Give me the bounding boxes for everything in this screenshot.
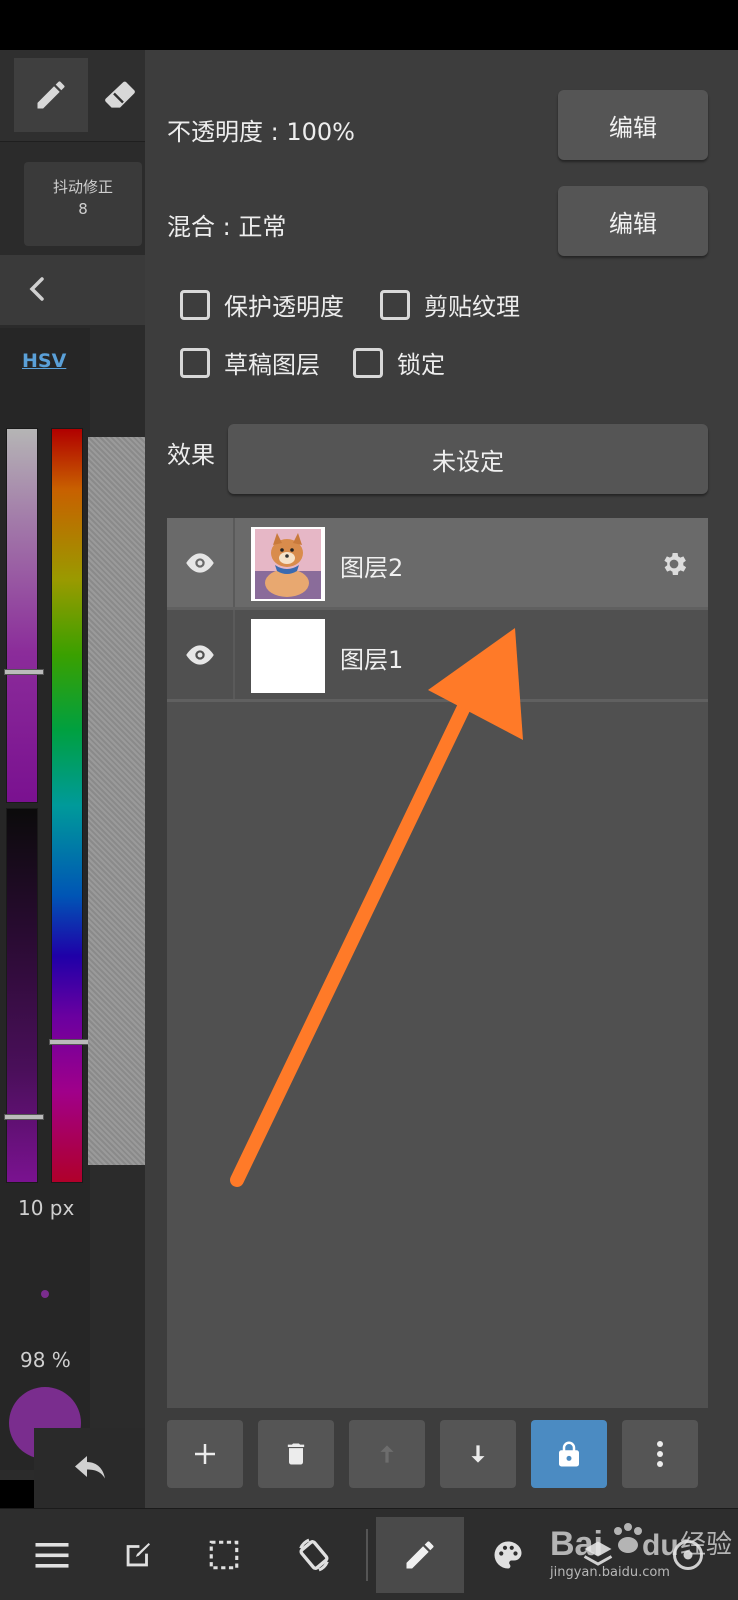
- menu-icon: [35, 1543, 69, 1568]
- bottom-nav: Bai du 经验 jingyan.baidu.com: [0, 1508, 738, 1600]
- checkbox-box[interactable]: [180, 347, 210, 378]
- saturation-slider[interactable]: [4, 428, 44, 803]
- more-options-button[interactable]: [622, 1420, 698, 1488]
- baidu-logo-icon: Bai du 经验: [550, 1523, 732, 1563]
- eraser-icon: [105, 81, 135, 108]
- hue-slider[interactable]: [49, 428, 89, 1183]
- checkbox-box[interactable]: [353, 347, 383, 378]
- edit-button[interactable]: [100, 1517, 176, 1593]
- pen-tool-button[interactable]: [14, 58, 88, 132]
- arrow-up-icon: [380, 1445, 394, 1463]
- opacity-label: 不透明度 : 100%: [167, 118, 355, 146]
- layer-settings-button[interactable]: [658, 548, 690, 580]
- saturation-slider-handle[interactable]: [4, 669, 44, 675]
- svg-text:du: du: [642, 1529, 679, 1562]
- checkbox-box[interactable]: [380, 289, 410, 320]
- brightness-slider-handle[interactable]: [4, 1114, 44, 1120]
- lock-layer-button[interactable]: [531, 1420, 607, 1488]
- checkbox-label: 剪贴纹理: [424, 293, 520, 321]
- move-layer-down-button[interactable]: [440, 1420, 516, 1488]
- collapse-button[interactable]: [22, 273, 54, 305]
- hsv-tab[interactable]: HSV: [22, 350, 66, 372]
- eraser-tool-button[interactable]: [100, 58, 145, 132]
- rotate-icon: [299, 1538, 329, 1572]
- more-vertical-icon: [657, 1441, 663, 1467]
- visibility-toggle[interactable]: [167, 610, 235, 699]
- checkbox-box[interactable]: [180, 289, 210, 320]
- stabilizer-label: 抖动修正: [52, 178, 113, 196]
- color-panel: HSV 10 px 98 %: [0, 328, 90, 1470]
- effect-label: 效果: [167, 441, 215, 469]
- layer-row[interactable]: 图层2: [167, 518, 708, 610]
- arrow-down-icon: [471, 1445, 485, 1463]
- palette-icon: [494, 1541, 522, 1569]
- layer-thumbnail: [251, 619, 325, 693]
- layer-thumbnail: [251, 527, 325, 601]
- selection-button[interactable]: [186, 1517, 262, 1593]
- brightness-slider[interactable]: [4, 808, 44, 1183]
- collapse-bar: [0, 255, 145, 325]
- palette-button[interactable]: [470, 1517, 546, 1593]
- visibility-toggle[interactable]: [167, 518, 235, 607]
- svg-text:Bai: Bai: [550, 1525, 603, 1563]
- add-layer-button[interactable]: [167, 1420, 243, 1488]
- layer-name: 图层2: [340, 554, 404, 582]
- layer-panel: 不透明度 : 100% 编辑 混合 : 正常 编辑 保护透明度 剪贴纹理 草稿图…: [145, 50, 738, 1508]
- nav-separator: [366, 1529, 368, 1581]
- protect-alpha-checkbox[interactable]: 保护透明度: [180, 287, 344, 322]
- layer-toolbar: [167, 1420, 708, 1490]
- pencil-icon: [37, 81, 65, 109]
- edit-note-icon: [126, 1542, 151, 1567]
- selection-icon: [209, 1540, 239, 1570]
- stabilizer-button[interactable]: 抖动修正 8: [24, 162, 142, 246]
- layer-row[interactable]: 图层1: [167, 610, 708, 702]
- plus-icon: [195, 1444, 215, 1464]
- tool-row: [0, 50, 145, 142]
- lock-checkbox[interactable]: 锁定: [353, 345, 445, 380]
- brush-opacity-label: 98 %: [20, 1348, 71, 1372]
- undo-button[interactable]: [34, 1428, 145, 1508]
- brush-size-label: 10 px: [18, 1196, 75, 1220]
- canvas-preview[interactable]: [88, 437, 145, 1165]
- watermark-text: jingyan.baidu.com: [550, 1565, 670, 1580]
- move-layer-up-button[interactable]: [349, 1420, 425, 1488]
- draft-layer-checkbox[interactable]: 草稿图层: [180, 345, 320, 380]
- menu-button[interactable]: [14, 1517, 90, 1593]
- edit-opacity-button[interactable]: 编辑: [558, 90, 708, 160]
- checkbox-label: 锁定: [397, 351, 445, 379]
- effect-button[interactable]: 未设定: [228, 424, 708, 494]
- eye-icon: [186, 644, 214, 665]
- left-tool-panel: 抖动修正 8 HSV 10 px 98 %: [0, 50, 145, 1508]
- pen-icon: [406, 1541, 434, 1569]
- gear-icon: [664, 553, 687, 575]
- lock-icon: [559, 1441, 579, 1467]
- svg-text:经验: 经验: [680, 1530, 732, 1560]
- eye-icon: [186, 552, 214, 573]
- checkbox-label: 保护透明度: [224, 293, 344, 321]
- stabilizer-value: 8: [78, 200, 88, 218]
- layer-list: 图层2 图层1: [167, 518, 708, 1408]
- clipping-checkbox[interactable]: 剪贴纹理: [380, 287, 520, 322]
- checkbox-label: 草稿图层: [224, 351, 320, 379]
- dog-photo-icon: [251, 527, 325, 601]
- pen-tool-nav-button[interactable]: [376, 1517, 464, 1593]
- chevron-left-icon: [29, 277, 44, 301]
- hue-slider-handle[interactable]: [49, 1039, 89, 1045]
- delete-layer-button[interactable]: [258, 1420, 334, 1488]
- rotate-canvas-button[interactable]: [276, 1517, 352, 1593]
- edit-blend-button[interactable]: 编辑: [558, 186, 708, 256]
- blend-label: 混合 : 正常: [167, 213, 287, 241]
- brush-size-preview: [41, 1290, 49, 1298]
- watermark: Bai du 经验 jingyan.baidu.com: [548, 1517, 738, 1587]
- undo-icon: [74, 1456, 105, 1479]
- layer-name: 图层1: [340, 646, 404, 674]
- status-bar: [0, 0, 738, 50]
- trash-icon: [287, 1443, 305, 1465]
